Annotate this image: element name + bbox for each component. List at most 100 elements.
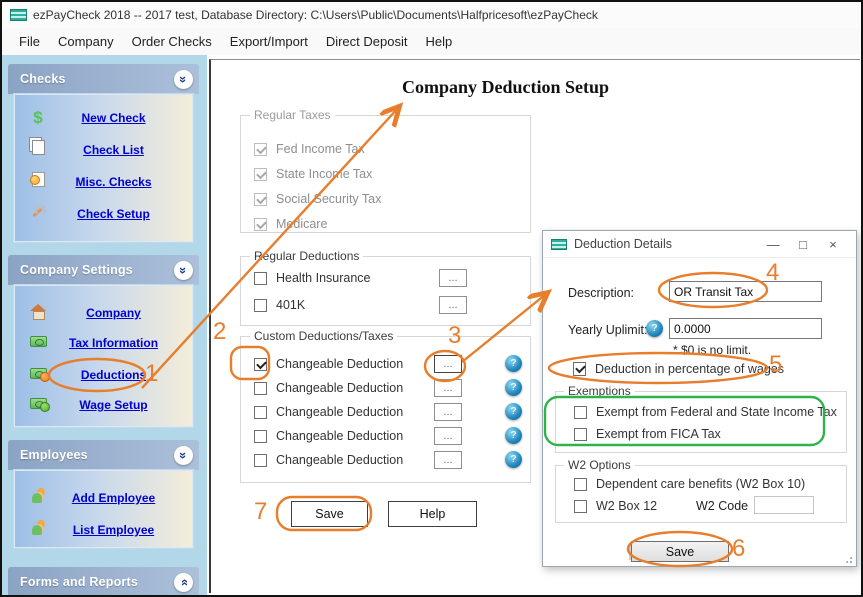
group-label: W2 Options (564, 458, 635, 472)
sidebar-item-wage-setup[interactable]: Wage Setup (15, 392, 192, 418)
window-title: ezPayCheck 2018 -- 2017 test, Database D… (33, 8, 598, 22)
section-label: Forms and Reports (20, 575, 174, 589)
checkbox-label: Changeable Deduction (276, 429, 403, 443)
chevron-up-icon[interactable]: » (174, 261, 193, 280)
note-icon (32, 172, 45, 187)
checkbox-401k[interactable] (254, 299, 267, 312)
close-icon[interactable]: × (818, 237, 848, 252)
sidebar-link[interactable]: Add Employee (72, 491, 155, 505)
deduction-details-dialog: Deduction Details — □ × Description: Yea… (542, 230, 857, 567)
checkbox-label: Dependent care benefits (W2 Box 10) (596, 477, 805, 491)
minimize-icon[interactable]: — (758, 237, 788, 252)
money-plus-icon (30, 398, 47, 409)
section-label: Checks (20, 72, 174, 86)
help-globe-icon[interactable]: ? (505, 355, 522, 372)
checkbox-changeable-deduction-3[interactable] (254, 406, 267, 419)
chevron-down-icon[interactable]: » (174, 573, 193, 592)
description-input[interactable] (669, 281, 822, 302)
group-label: Exemptions (564, 384, 635, 398)
section-header-checks[interactable]: Checks » (8, 64, 199, 94)
row-changeable-deduction-5: Changeable Deduction (254, 452, 403, 468)
help-globe-icon[interactable]: ? (505, 451, 522, 468)
checkbox-changeable-deduction-5[interactable] (254, 454, 267, 467)
row-changeable-deduction-3: Changeable Deduction (254, 404, 403, 420)
checkbox-exempt-fica[interactable] (574, 428, 587, 441)
description-label: Description: (568, 286, 634, 300)
sidebar-link[interactable]: Check List (83, 143, 144, 157)
sidebar-link[interactable]: List Employee (73, 523, 154, 537)
menu-direct-deposit[interactable]: Direct Deposit (317, 30, 417, 53)
dialog-title: Deduction Details (574, 237, 758, 251)
home-icon (30, 304, 46, 318)
menu-order-checks[interactable]: Order Checks (123, 30, 221, 53)
checkbox-health-insurance[interactable] (254, 272, 267, 285)
checkbox-changeable-deduction-1[interactable] (254, 358, 267, 371)
sidebar-item-list-employee[interactable]: List Employee (15, 517, 192, 543)
row-social-security-tax: Social Security Tax (254, 191, 381, 207)
section-header-company-settings[interactable]: Company Settings » (8, 255, 199, 285)
sidebar-link[interactable]: Misc. Checks (75, 175, 151, 189)
help-globe-icon[interactable]: ? (505, 403, 522, 420)
sidebar-item-new-check[interactable]: $ New Check (15, 105, 192, 131)
help-globe-icon[interactable]: ? (505, 427, 522, 444)
help-globe-icon[interactable]: ? (505, 379, 522, 396)
group-regular-deductions: Regular Deductions Health Insurance ... … (240, 256, 531, 326)
checkbox-label: Health Insurance (276, 271, 371, 285)
save-button[interactable]: Save (291, 501, 368, 527)
changeable-deduction-2-more-button[interactable]: ... (434, 379, 462, 397)
sidebar-link[interactable]: Wage Setup (79, 398, 147, 412)
group-label: Regular Deductions (250, 249, 363, 263)
sidebar-item-misc-checks[interactable]: Misc. Checks (15, 169, 192, 195)
sidebar-link[interactable]: Deductions (81, 368, 146, 382)
sidebar-link[interactable]: Tax Information (69, 336, 158, 350)
pages-icon (32, 140, 45, 155)
w2-code-input[interactable] (754, 496, 814, 514)
help-globe-icon[interactable]: ? (646, 320, 663, 337)
changeable-deduction-1-more-button[interactable]: ... (434, 355, 462, 373)
checkbox-label: Fed Income Tax (276, 142, 365, 156)
sidebar-item-check-list[interactable]: Check List (15, 137, 192, 163)
sidebar-link[interactable]: Company (86, 306, 141, 320)
menu-export-import[interactable]: Export/Import (221, 30, 317, 53)
menu-help[interactable]: Help (416, 30, 461, 53)
checkbox-changeable-deduction-4[interactable] (254, 430, 267, 443)
sidebar-item-deductions[interactable]: Deductions (15, 362, 192, 388)
changeable-deduction-4-more-button[interactable]: ... (434, 427, 462, 445)
checkbox-changeable-deduction-2[interactable] (254, 382, 267, 395)
sidebar-item-add-employee[interactable]: Add Employee (15, 485, 192, 511)
help-button[interactable]: Help (388, 501, 477, 527)
checkbox-exempt-federal-state[interactable] (574, 406, 587, 419)
maximize-icon[interactable]: □ (788, 237, 818, 252)
dialog-save-button[interactable]: Save (631, 541, 729, 562)
row-w2-box12: W2 Box 12 (574, 498, 657, 514)
sidebar-link[interactable]: New Check (81, 111, 145, 125)
dialog-title-bar[interactable]: Deduction Details — □ × (543, 231, 856, 258)
menu-file[interactable]: File (10, 30, 49, 53)
section-header-forms-reports[interactable]: Forms and Reports » (8, 567, 199, 597)
menu-company[interactable]: Company (49, 30, 123, 53)
chevron-up-icon[interactable]: » (174, 446, 193, 465)
401k-more-button[interactable]: ... (439, 296, 467, 314)
yearly-uplimit-input[interactable] (669, 318, 822, 339)
checkbox-label: Exempt from FICA Tax (596, 427, 721, 441)
health-insurance-more-button[interactable]: ... (439, 269, 467, 287)
group-label: Regular Taxes (250, 108, 335, 122)
money-icon (30, 336, 47, 347)
group-custom-deductions: Custom Deductions/Taxes Changeable Deduc… (240, 336, 531, 483)
checkbox-label: State Income Tax (276, 167, 372, 181)
resize-grip[interactable] (844, 555, 853, 564)
sidebar-item-tax-information[interactable]: Tax Information (15, 330, 192, 356)
group-regular-taxes: Regular Taxes Fed Income Tax State Incom… (240, 115, 531, 233)
chevron-up-icon[interactable]: » (174, 70, 193, 89)
checkbox-dependent-care[interactable] (574, 478, 587, 491)
checkbox-w2-box12[interactable] (574, 500, 587, 513)
sidebar-link[interactable]: Check Setup (77, 207, 150, 221)
section-header-employees[interactable]: Employees » (8, 440, 199, 470)
changeable-deduction-3-more-button[interactable]: ... (434, 403, 462, 421)
sidebar-item-check-setup[interactable]: Check Setup (15, 201, 192, 227)
checkbox-label: Changeable Deduction (276, 453, 403, 467)
checkbox-label: Exempt from Federal and State Income Tax (596, 405, 837, 419)
checkbox-percentage-of-wages[interactable] (573, 362, 586, 376)
sidebar-item-company[interactable]: Company (15, 300, 192, 326)
changeable-deduction-5-more-button[interactable]: ... (434, 451, 462, 469)
